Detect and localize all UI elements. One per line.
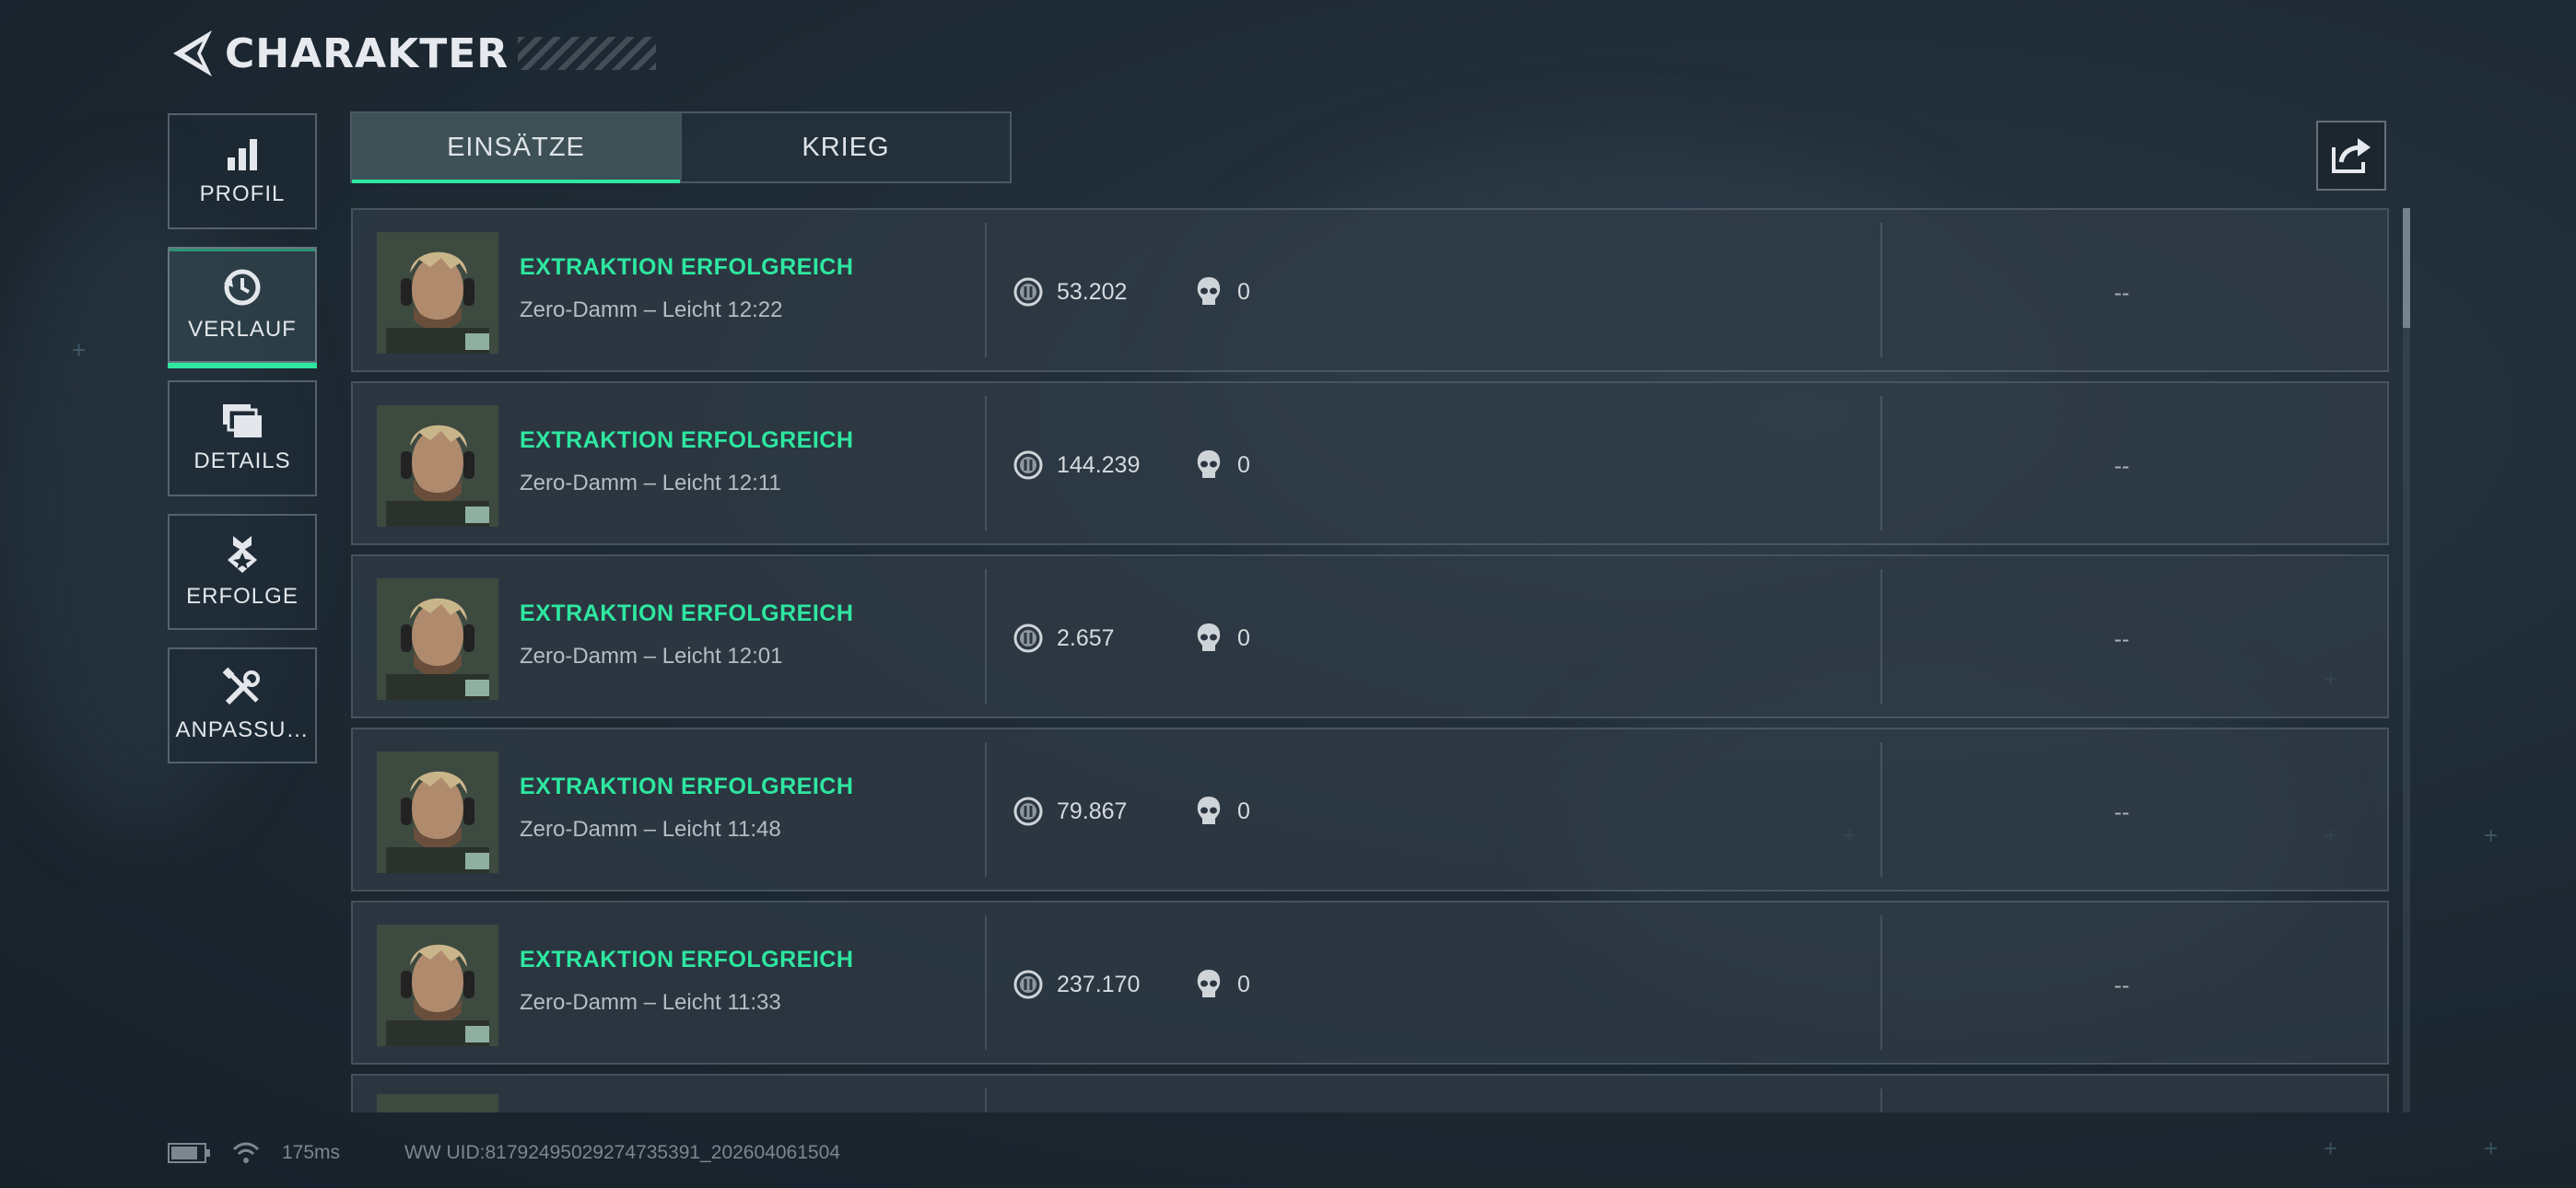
tab-bar: EINSÄTZE KRIEG — [350, 111, 1012, 183]
sidebar-item-details[interactable]: DETAILS — [168, 380, 317, 496]
sidebar-item-profil[interactable]: PROFIL — [168, 113, 317, 229]
sidebar-item-label: DETAILS — [193, 448, 291, 473]
divider — [1880, 915, 1882, 1050]
divider — [1880, 223, 1882, 357]
divider — [1880, 396, 1882, 530]
match-row[interactable]: EXTRAKTION ERFOLGREICH Zero-Damm – Leich… — [351, 901, 2389, 1065]
battery-icon — [168, 1143, 210, 1163]
sidebar-item-erfolge[interactable]: ERFOLGE — [168, 514, 317, 630]
skull-icon — [1197, 277, 1221, 305]
share-button[interactable] — [2316, 121, 2386, 191]
kills-value: 0 — [1237, 798, 1250, 824]
match-row[interactable]: EXTRAKTION ERFOLGREICH Zero-Damm – Leich… — [351, 381, 2389, 545]
match-extra-value: -- — [2113, 280, 2130, 306]
page-title: CHARAKTER — [225, 29, 509, 77]
match-row[interactable]: EXTRAKTION ERFOLGREICH Zero-Damm – Leich… — [351, 208, 2389, 372]
match-status: EXTRAKTION ERFOLGREICH — [520, 774, 854, 799]
match-status: EXTRAKTION ERFOLGREICH — [520, 427, 854, 453]
page-header: CHARAKTER — [166, 26, 657, 81]
credits-icon — [1013, 970, 1043, 999]
credits-icon — [1013, 450, 1043, 480]
ping-value: 175ms — [282, 1142, 341, 1163]
sidebar-item-label: PROFIL — [199, 181, 286, 206]
bar-chart-icon — [228, 139, 257, 170]
match-description: Zero-Damm – Leicht 12:22 — [520, 297, 783, 322]
match-history-list: EXTRAKTION ERFOLGREICH Zero-Damm – Leich… — [351, 208, 2389, 1112]
skull-icon — [1197, 797, 1221, 824]
kills-value: 0 — [1237, 625, 1250, 651]
match-row[interactable] — [351, 1074, 2389, 1112]
operator-portrait — [377, 578, 498, 700]
match-description: Zero-Damm – Leicht 11:48 — [520, 817, 781, 842]
match-status: EXTRAKTION ERFOLGREICH — [520, 600, 854, 626]
user-uid: WW UID:8179249502927473539​1_20260406150… — [404, 1142, 840, 1163]
back-button[interactable] — [166, 26, 217, 81]
match-description: Zero-Damm – Leicht 12:01 — [520, 644, 783, 669]
scrollbar-thumb[interactable] — [2403, 208, 2410, 328]
divider — [985, 915, 987, 1050]
credits-icon — [1013, 623, 1043, 653]
folders-icon — [223, 404, 262, 437]
divider — [985, 569, 987, 704]
match-extra-value: -- — [2113, 453, 2130, 479]
divider — [1880, 742, 1882, 877]
status-footer: 175ms WW UID:8179249502927473539​1_20260… — [168, 1139, 840, 1167]
operator-portrait — [377, 232, 498, 354]
skull-icon — [1197, 450, 1221, 478]
kills-value: 0 — [1237, 972, 1250, 997]
divider — [1880, 1089, 1882, 1112]
kills-value: 0 — [1237, 279, 1250, 305]
credits-value: 53.202 — [1057, 279, 1128, 305]
sidebar-item-label: ERFOLGE — [186, 584, 299, 609]
credits-value: 79.867 — [1057, 798, 1128, 824]
kills-value: 0 — [1237, 452, 1250, 478]
title-decoration — [518, 37, 657, 70]
share-icon — [2332, 138, 2371, 173]
match-status: EXTRAKTION ERFOLGREICH — [520, 254, 854, 280]
list-scrollbar[interactable] — [2403, 208, 2410, 1112]
credits-icon — [1013, 797, 1043, 826]
match-status: EXTRAKTION ERFOLGREICH — [520, 947, 854, 973]
divider — [985, 396, 987, 530]
match-description: Zero-Damm – Leicht 12:11 — [520, 471, 781, 495]
tab-krieg[interactable]: KRIEG — [680, 113, 1010, 181]
divider — [985, 742, 987, 877]
credits-icon — [1013, 277, 1043, 307]
match-extra-value: -- — [2113, 973, 2130, 998]
match-description: Zero-Damm – Leicht 11:33 — [520, 990, 781, 1015]
tools-icon — [222, 668, 260, 705]
credits-value: 237.170 — [1057, 972, 1141, 997]
credits-value: 2.657 — [1057, 625, 1115, 651]
medal-icon — [228, 536, 257, 573]
operator-portrait — [377, 751, 498, 873]
divider — [1880, 569, 1882, 704]
sidebar-item-label: ANPASSU… — [175, 717, 310, 742]
skull-icon — [1197, 970, 1221, 997]
match-row[interactable]: EXTRAKTION ERFOLGREICH Zero-Damm – Leich… — [351, 728, 2389, 891]
sidebar-item-verlauf[interactable]: VERLAUF — [168, 247, 317, 368]
divider — [985, 223, 987, 357]
wifi-icon — [232, 1142, 260, 1163]
sidebar-item-label: VERLAUF — [188, 317, 297, 342]
sidebar-nav: PROFIL VERLAUF DETAILS ERFOLGE ANPASSU… — [168, 113, 319, 781]
tab-einsaetze[interactable]: EINSÄTZE — [352, 113, 680, 183]
operator-portrait — [377, 1094, 498, 1112]
back-arrow-icon — [173, 30, 212, 76]
skull-icon — [1197, 623, 1221, 651]
divider — [985, 1089, 987, 1112]
match-extra-value: -- — [2113, 799, 2130, 825]
credits-value: 144.239 — [1057, 452, 1141, 478]
sidebar-item-anpassung[interactable]: ANPASSU… — [168, 647, 317, 763]
operator-portrait — [377, 925, 498, 1046]
match-row[interactable]: EXTRAKTION ERFOLGREICH Zero-Damm – Leich… — [351, 554, 2389, 718]
operator-portrait — [377, 405, 498, 527]
history-clock-icon — [224, 269, 261, 306]
match-extra-value: -- — [2113, 626, 2130, 652]
